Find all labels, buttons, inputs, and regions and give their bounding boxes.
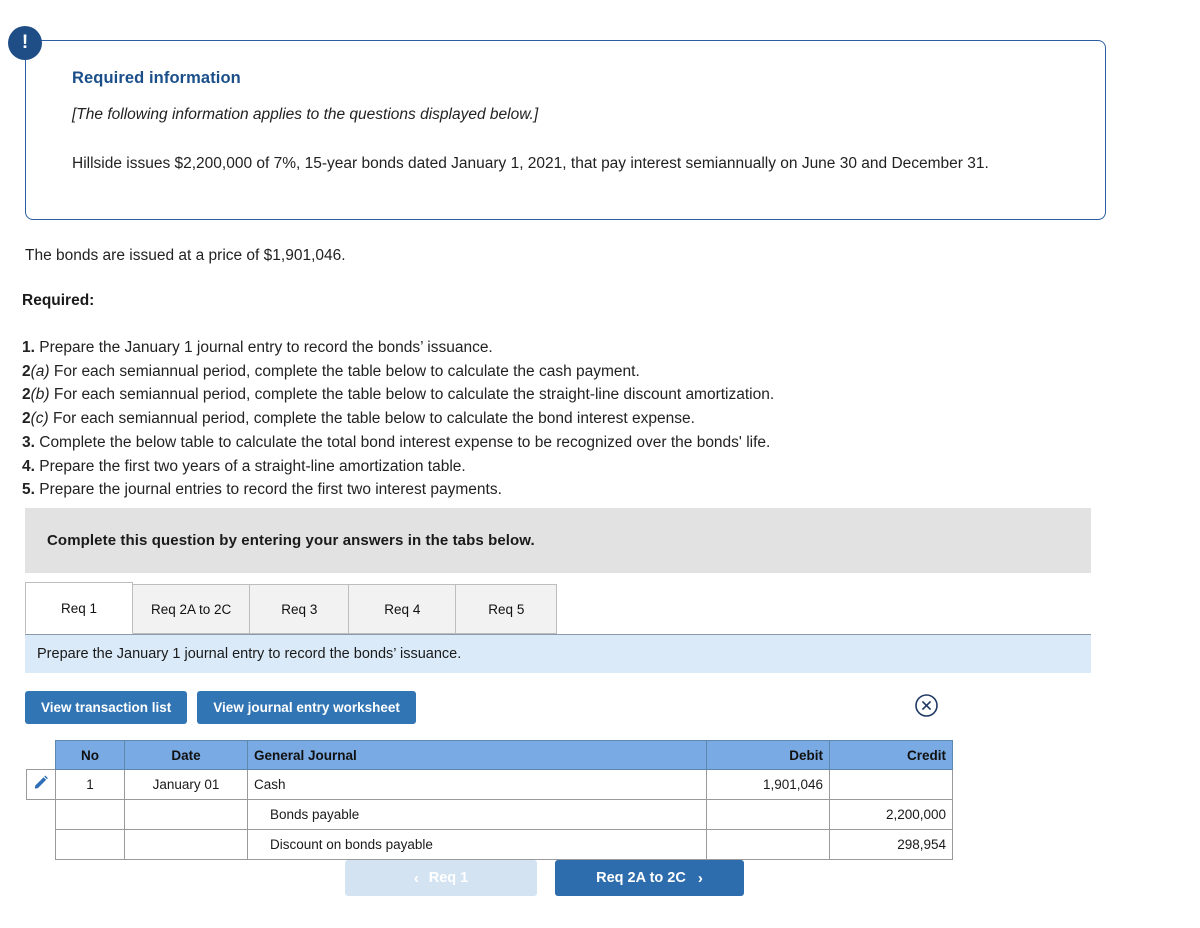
requirement-text: Prepare the first two years of a straigh… [34, 457, 466, 475]
callout-italic-note: [The following information applies to th… [72, 106, 539, 123]
requirement-text: For each semiannual period, complete the… [48, 410, 695, 428]
header-date: Date [124, 740, 248, 770]
tab-req-4[interactable]: Req 4 [348, 584, 457, 634]
requirement-item: 2(a) For each semiannual period, complet… [22, 360, 774, 384]
edit-cell-empty [27, 800, 56, 830]
cell-date[interactable] [124, 799, 248, 830]
cell-debit[interactable]: 1,901,046 [706, 769, 830, 800]
requirement-text: Complete the below table to calculate th… [34, 433, 771, 451]
header-no: No [55, 740, 125, 770]
requirement-text: For each semiannual period, complete the… [49, 362, 640, 380]
complete-question-banner-text: Complete this question by entering your … [47, 532, 535, 549]
tab-label: Req 3 [281, 601, 318, 617]
requirements-list: 1. Prepare the January 1 journal entry t… [22, 336, 774, 502]
tab-label: Req 1 [60, 600, 98, 616]
required-label: Required: [22, 292, 95, 309]
table-header-row: No Date General Journal Debit Credit [27, 740, 953, 770]
close-circle-icon[interactable] [914, 693, 939, 718]
requirement-sublabel: (c) [30, 410, 49, 428]
header-general-journal: General Journal [247, 740, 707, 770]
cell-no[interactable] [55, 829, 125, 860]
action-button-row: View transaction list View journal entry… [25, 691, 416, 724]
cell-credit[interactable]: 298,954 [829, 829, 953, 860]
tab-req-1[interactable]: Req 1 [25, 582, 133, 634]
tab-req-3[interactable]: Req 3 [249, 584, 350, 634]
header-edit-spacer [27, 741, 56, 770]
issue-price-text: The bonds are issued at a price of $1,90… [25, 247, 346, 264]
chevron-right-icon: › [697, 869, 703, 887]
cell-no[interactable]: 1 [55, 769, 125, 800]
requirement-number: 5. [22, 481, 35, 499]
previous-requirement-label: Req 1 [428, 870, 469, 886]
requirement-text: For each semiannual period, complete the… [49, 386, 775, 404]
required-information-callout: ! Required information [The following in… [8, 26, 1106, 220]
view-transaction-list-button[interactable]: View transaction list [25, 691, 188, 724]
cell-date[interactable] [124, 829, 248, 860]
cell-debit[interactable] [706, 799, 830, 830]
complete-question-banner: Complete this question by entering your … [25, 508, 1091, 573]
cell-date[interactable]: January 01 [124, 769, 248, 800]
requirement-number: 2 [22, 362, 31, 380]
cell-debit[interactable] [706, 829, 830, 860]
requirement-item: 5. Prepare the journal entries to record… [22, 478, 774, 502]
requirement-text: Prepare the journal entries to record th… [34, 481, 502, 499]
bottom-navigation: ‹ Req 1 Req 2A to 2C › [345, 860, 744, 896]
cell-credit[interactable]: 2,200,000 [829, 799, 953, 830]
requirement-number: 2 [22, 386, 31, 404]
requirement-text: Prepare the January 1 journal entry to r… [34, 339, 493, 356]
requirement-number: 2 [22, 410, 31, 428]
requirement-tabs: Req 1 Req 2A to 2C Req 3 Req 4 Req 5 [25, 582, 558, 634]
tab-label: Req 5 [488, 601, 525, 617]
chevron-left-icon: ‹ [413, 869, 419, 887]
requirement-sublabel: (a) [30, 362, 50, 380]
requirement-item: 3. Complete the below table to calculate… [22, 431, 774, 455]
table-row: 1 January 01 Cash 1,901,046 [26, 769, 953, 800]
cell-account[interactable]: Cash [247, 769, 707, 800]
cell-credit[interactable] [829, 769, 953, 800]
callout-title: Required information [72, 69, 241, 87]
cell-no[interactable] [55, 799, 125, 830]
requirement-item: 2(c) For each semiannual period, complet… [22, 407, 774, 431]
journal-entry-table-wrap: No Date General Journal Debit Credit 1 Ja… [26, 740, 953, 860]
cell-account[interactable]: Discount on bonds payable [247, 829, 707, 860]
edit-cell-empty [27, 830, 56, 860]
instruction-text: Prepare the January 1 journal entry to r… [37, 646, 462, 662]
tab-label: Req 4 [384, 601, 421, 617]
requirement-number: 4. [22, 457, 35, 475]
requirement-number: 3. [22, 433, 35, 451]
view-journal-entry-worksheet-button[interactable]: View journal entry worksheet [197, 691, 416, 724]
header-credit: Credit [829, 740, 953, 770]
tab-req-2a-to-2c[interactable]: Req 2A to 2C [132, 584, 251, 634]
pencil-icon[interactable] [26, 769, 56, 800]
exclamation-icon: ! [8, 26, 42, 60]
next-requirement-button[interactable]: Req 2A to 2C › [555, 860, 744, 896]
previous-requirement-button[interactable]: ‹ Req 1 [345, 860, 537, 896]
next-requirement-label: Req 2A to 2C [596, 870, 686, 886]
table-row: Bonds payable 2,200,000 [27, 799, 953, 830]
tab-req-5[interactable]: Req 5 [455, 584, 558, 634]
cell-account[interactable]: Bonds payable [247, 799, 707, 830]
instruction-bar: Prepare the January 1 journal entry to r… [25, 634, 1091, 673]
journal-entry-table: No Date General Journal Debit Credit 1 Ja… [26, 740, 953, 860]
requirement-sublabel: (b) [30, 386, 50, 404]
table-row: Discount on bonds payable 298,954 [27, 829, 953, 860]
requirement-item: 2(b) For each semiannual period, complet… [22, 383, 774, 407]
requirement-number: 1. [22, 339, 35, 356]
requirement-item: 1. Prepare the January 1 journal entry t… [22, 336, 774, 360]
callout-box: Required information [The following info… [25, 40, 1106, 220]
header-debit: Debit [706, 740, 830, 770]
requirement-item: 4. Prepare the first two years of a stra… [22, 455, 774, 479]
tab-label: Req 2A to 2C [151, 601, 232, 617]
callout-body: Hillside issues $2,200,000 of 7%, 15-yea… [72, 155, 989, 172]
